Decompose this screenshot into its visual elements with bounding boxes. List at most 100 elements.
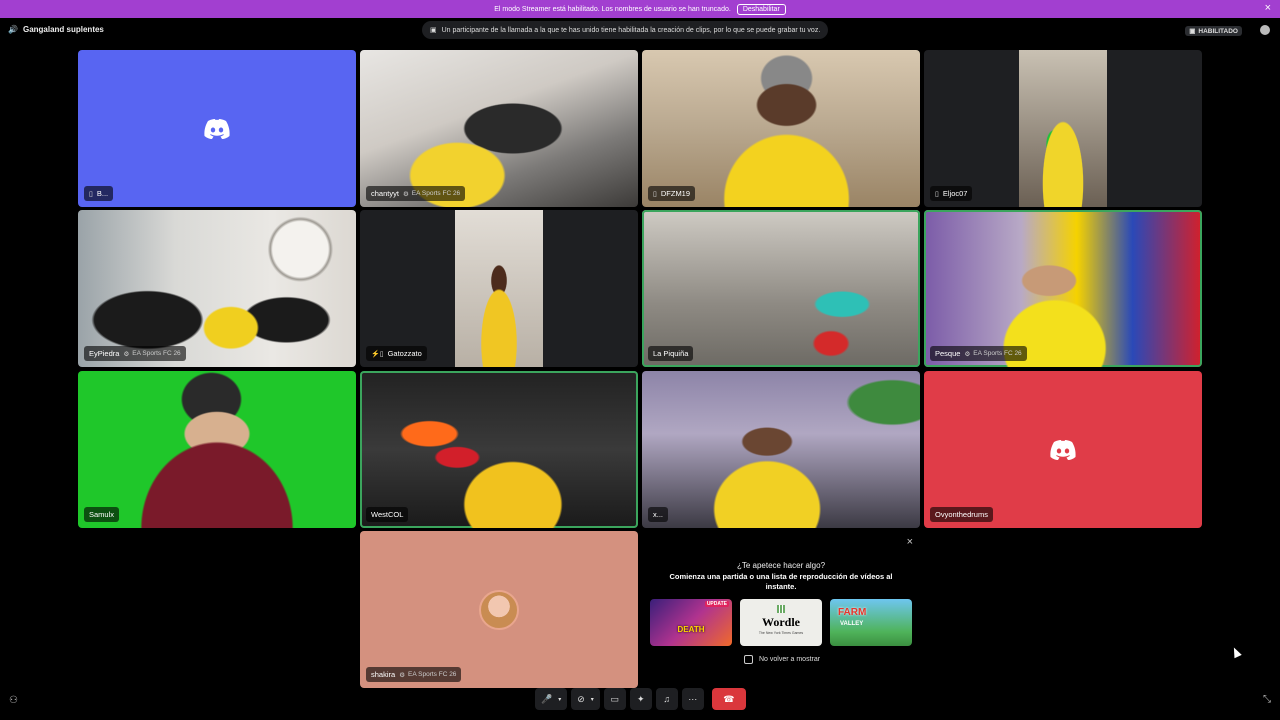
participant-tag: shakira ⚙ EA Sports FC 26 bbox=[366, 667, 462, 682]
participant-tag: x... bbox=[648, 507, 669, 522]
wordle-grid-icon bbox=[777, 605, 785, 613]
screen-share-button[interactable]: ▭ bbox=[603, 688, 626, 710]
video-feed bbox=[642, 50, 920, 207]
game-icon: ⚙ bbox=[123, 350, 130, 358]
discord-logo-icon bbox=[204, 118, 230, 139]
participant-tile[interactable]: shakira ⚙ EA Sports FC 26 bbox=[360, 531, 638, 688]
mouse-cursor-icon bbox=[1230, 645, 1242, 659]
participant-tile[interactable]: ▯ DFZM19 bbox=[642, 50, 920, 207]
clips-enabled-label: HABILITADO bbox=[1198, 27, 1238, 35]
fullscreen-icon[interactable]: ⤡ bbox=[1263, 694, 1271, 705]
microphone-icon: 🎤 bbox=[541, 693, 553, 704]
participant-tag: ▯ B... bbox=[84, 186, 114, 201]
activity-suggestion-panel: × ¿Te apetece hacer algo? Comienza una p… bbox=[642, 531, 920, 688]
game-activity: ⚙ EA Sports FC 26 bbox=[123, 350, 180, 358]
game-name: EA Sports FC 26 bbox=[132, 350, 181, 357]
video-feed bbox=[924, 210, 1202, 367]
participant-name: Gatozzato bbox=[387, 349, 422, 358]
participant-tag: La Piquiña bbox=[648, 346, 694, 361]
mobile-icon: ▯ bbox=[89, 190, 93, 198]
game-name: EA Sports FC 26 bbox=[411, 190, 461, 197]
participant-tag: Pesque ⚙ EA Sports FC 26 bbox=[930, 346, 1027, 361]
clips-enabled-badge[interactable]: ▣ HABILITADO bbox=[1185, 26, 1242, 36]
dont-show-again-checkbox[interactable] bbox=[744, 655, 753, 664]
participant-tile[interactable]: EyPiedra ⚙ EA Sports FC 26 bbox=[78, 210, 356, 367]
participant-tag: ▯ Eljoc07 bbox=[930, 186, 973, 201]
channel-name: Gangaland suplentes bbox=[22, 25, 104, 34]
microphone-button[interactable]: 🎤 ▾ bbox=[535, 688, 568, 710]
more-icon: ⋯ bbox=[688, 693, 698, 704]
soundboard-icon: ♫ bbox=[663, 694, 671, 704]
game-title: DEATH bbox=[677, 625, 705, 634]
game-icon: ⚙ bbox=[399, 671, 406, 679]
participant-tile[interactable]: Pesque ⚙ EA Sports FC 26 bbox=[924, 210, 1202, 367]
participant-tile[interactable]: ▯ Eljoc07 bbox=[924, 50, 1202, 207]
channel-title[interactable]: 🔊 Gangaland suplentes bbox=[8, 25, 104, 34]
activity-launcher-icon[interactable]: ⚇ bbox=[9, 695, 18, 706]
disconnect-button[interactable]: ☎ bbox=[711, 688, 746, 710]
video-feed bbox=[78, 210, 356, 367]
participant-tile[interactable]: ⚡▯ Gatozzato bbox=[360, 210, 638, 367]
game-card-death[interactable]: UPDATE DEATH bbox=[650, 599, 732, 646]
game-caption: VALLEY bbox=[840, 621, 864, 627]
game-title: FARM bbox=[838, 607, 867, 618]
camera-off-icon: ⊘ bbox=[577, 693, 585, 704]
participant-tile[interactable]: La Piquiña bbox=[642, 210, 920, 367]
close-icon[interactable]: × bbox=[1265, 2, 1271, 14]
participant-tile[interactable]: WestCOL bbox=[360, 371, 638, 528]
muted-mobile-icon: ⚡▯ bbox=[371, 350, 384, 358]
close-icon[interactable]: × bbox=[907, 536, 913, 548]
activity-subtitle: Comienza una partida o una lista de repr… bbox=[669, 572, 893, 591]
participant-name: B... bbox=[96, 189, 109, 198]
participant-tile[interactable]: Samulx bbox=[78, 371, 356, 528]
participant-tile[interactable]: Ovyonthedrums bbox=[924, 371, 1202, 528]
clip-icon: ▣ bbox=[430, 27, 437, 34]
more-options-button[interactable]: ⋯ bbox=[681, 688, 704, 710]
clips-notice: ▣ Un participante de la llamada a la que… bbox=[422, 21, 829, 39]
participant-name: La Piquiña bbox=[653, 349, 689, 358]
disable-streamer-mode-button[interactable]: Deshabilitar bbox=[736, 3, 786, 15]
video-feed bbox=[360, 371, 638, 528]
video-feed bbox=[642, 371, 920, 528]
discord-logo-icon bbox=[1050, 439, 1076, 460]
video-feed bbox=[1019, 50, 1107, 207]
video-feed bbox=[360, 50, 638, 207]
video-feed bbox=[78, 371, 356, 528]
mobile-icon: ▯ bbox=[653, 190, 657, 198]
chevron-down-icon[interactable]: ▾ bbox=[591, 696, 594, 703]
chevron-down-icon[interactable]: ▾ bbox=[558, 696, 561, 703]
hang-up-icon: ☎ bbox=[723, 693, 735, 704]
participant-tag: ▯ DFZM19 bbox=[648, 186, 696, 201]
participant-name: WestCOL bbox=[371, 510, 404, 519]
game-icon: ⚙ bbox=[402, 190, 409, 198]
game-update-badge: UPDATE bbox=[704, 601, 729, 607]
chat-icon[interactable] bbox=[1260, 25, 1270, 35]
participant-name: chantyyt bbox=[371, 189, 399, 198]
dont-show-again-label: No volver a mostrar bbox=[759, 656, 821, 663]
participant-name: Ovyonthedrums bbox=[935, 510, 988, 519]
avatar bbox=[479, 589, 519, 630]
screen-share-icon: ▭ bbox=[610, 693, 620, 704]
activities-button[interactable]: ✦ bbox=[629, 688, 652, 710]
participant-name: shakira bbox=[371, 670, 396, 679]
activity-title: ¿Te apetece hacer algo? bbox=[736, 561, 826, 570]
dont-show-again[interactable]: No volver a mostrar bbox=[744, 655, 820, 664]
soundboard-button[interactable]: ♫ bbox=[655, 688, 678, 710]
banner-text: El modo Streamer está habilitado. Los no… bbox=[494, 5, 731, 13]
participant-name: Eljoc07 bbox=[942, 189, 968, 198]
game-title: Wordle bbox=[762, 615, 800, 629]
video-feed bbox=[455, 210, 543, 367]
participant-tile[interactable]: x... bbox=[642, 371, 920, 528]
participant-name: Pesque bbox=[935, 349, 961, 358]
call-header: 🔊 Gangaland suplentes ▣ Un participante … bbox=[0, 20, 1280, 42]
participant-tag: EyPiedra ⚙ EA Sports FC 26 bbox=[84, 346, 186, 361]
participant-tile[interactable]: chantyyt ⚙ EA Sports FC 26 bbox=[360, 50, 638, 207]
participant-name: EyPiedra bbox=[89, 349, 120, 358]
game-card-wordle[interactable]: Wordle The New York Times Games bbox=[740, 599, 822, 646]
camera-button[interactable]: ⊘ ▾ bbox=[571, 688, 600, 710]
participant-tag: Samulx bbox=[84, 507, 120, 522]
game-activity: ⚙ EA Sports FC 26 bbox=[964, 350, 1021, 358]
game-card-farm[interactable]: FARM VALLEY bbox=[830, 599, 912, 646]
participant-name: DFZM19 bbox=[660, 189, 691, 198]
participant-tile[interactable]: ▯ B... bbox=[78, 50, 356, 207]
